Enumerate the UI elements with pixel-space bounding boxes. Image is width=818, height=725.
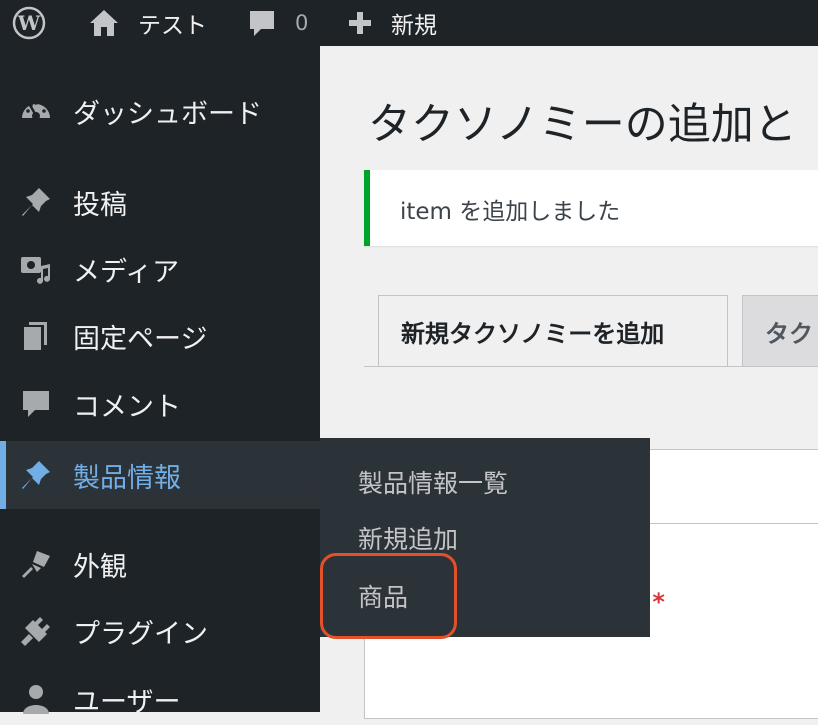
tab-label: 新規タクソノミーを追加: [401, 319, 665, 348]
menu-item-comments[interactable]: コメント: [0, 378, 320, 430]
menu-label-pages: 固定ページ: [73, 323, 208, 355]
menu-label-dashboard: ダッシュボード: [73, 98, 262, 130]
menu-item-appearance[interactable]: 外観: [0, 538, 320, 590]
plus-icon: [347, 10, 373, 36]
new-content-link[interactable]: 新規: [347, 0, 437, 46]
menu-label-users: ユーザー: [73, 686, 181, 718]
menu-label-comments: コメント: [73, 391, 181, 423]
menu-label-appearance: 外観: [73, 551, 127, 583]
tabs-divider: [364, 366, 818, 367]
flyout-arrow: [305, 459, 321, 491]
menu-label-plugins: プラグイン: [73, 618, 208, 650]
pin-icon: [18, 184, 54, 220]
comment-icon: [18, 386, 54, 422]
home-icon: [88, 8, 120, 38]
menu-label-products: 製品情報: [73, 462, 181, 494]
comments-count: 0: [295, 11, 309, 35]
tab-label: タク: [765, 319, 813, 348]
dashboard-icon: [18, 93, 54, 129]
menu-item-media[interactable]: メディア: [0, 243, 320, 295]
submenu-item-add-new[interactable]: 新規追加: [358, 520, 458, 556]
plugin-icon: [18, 613, 54, 649]
admin-sidebar: ダッシュボード 投稿 メディア 固定ページ コメント 製品情報 外観 プラグイン…: [0, 46, 320, 718]
page-title: タクソノミーの追加と: [368, 100, 797, 150]
menu-item-users[interactable]: ユーザー: [0, 673, 320, 725]
required-mark: *: [652, 588, 665, 616]
site-name: テスト: [138, 13, 207, 39]
svg-text:W: W: [17, 11, 41, 35]
menu-item-pages[interactable]: 固定ページ: [0, 310, 320, 362]
notice-message: item を追加しました: [400, 199, 621, 225]
tab-add-taxonomy[interactable]: 新規タクソノミーを追加: [378, 295, 728, 367]
media-icon: [18, 251, 54, 287]
success-notice: item を追加しました: [364, 170, 818, 246]
comments-link[interactable]: 0: [247, 0, 308, 46]
menu-item-posts[interactable]: 投稿: [0, 176, 320, 228]
admin-bar: W テスト 0 新規: [0, 0, 818, 46]
highlight-annotation: [320, 553, 457, 639]
pin-icon: [18, 457, 54, 493]
menu-item-dashboard[interactable]: ダッシュボード: [0, 86, 320, 136]
menu-item-plugins[interactable]: プラグイン: [0, 605, 320, 657]
active-indicator: [0, 441, 6, 509]
menu-label-media: メディア: [73, 256, 180, 288]
comment-bubble-icon: [247, 8, 277, 38]
site-name-link[interactable]: テスト: [88, 0, 207, 46]
menu-item-products[interactable]: 製品情報: [0, 441, 320, 509]
brush-icon: [18, 546, 54, 582]
menu-label-posts: 投稿: [73, 189, 127, 221]
tab-taxonomy-list[interactable]: タク: [742, 295, 818, 367]
submenu-item-product-list[interactable]: 製品情報一覧: [358, 464, 508, 500]
new-label: 新規: [391, 13, 437, 39]
wordpress-logo-icon[interactable]: W: [12, 0, 46, 46]
pages-icon: [18, 318, 54, 354]
